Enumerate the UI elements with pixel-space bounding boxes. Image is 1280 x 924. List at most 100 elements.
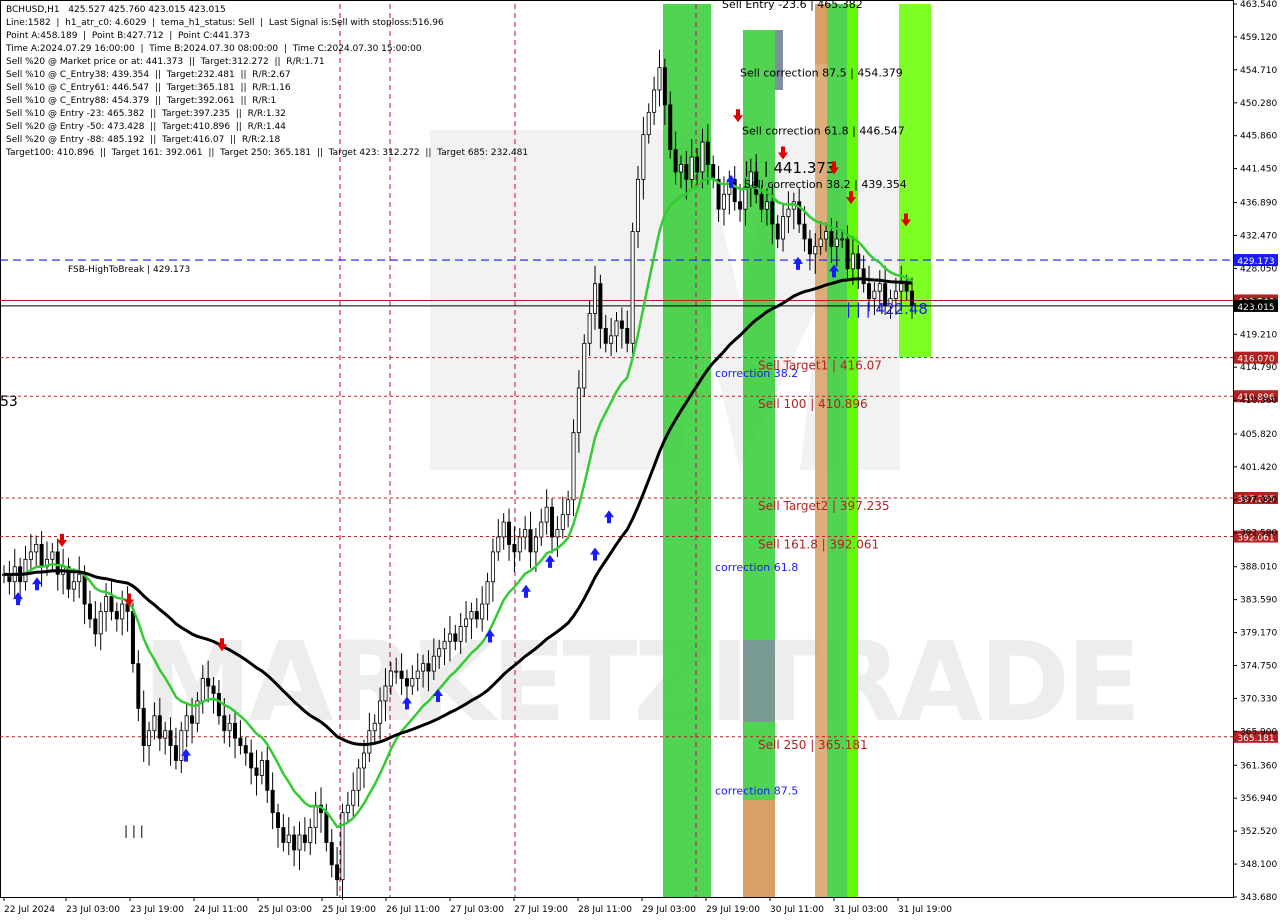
candle-body	[388, 670, 393, 687]
candle-body	[372, 722, 377, 732]
candle-body	[233, 722, 238, 739]
candle-body	[775, 223, 780, 240]
watermark-text: MARKETZITRADE	[143, 618, 1138, 746]
price-tick-label: 392.580	[1240, 529, 1277, 539]
info-line: Target100: 410.896 || Target 161: 392.06…	[6, 148, 529, 158]
candle-body	[813, 246, 818, 255]
candle-body	[684, 164, 689, 180]
candle-body	[200, 678, 205, 702]
candle-body	[399, 670, 404, 679]
candle-body	[340, 812, 345, 881]
candle-body	[249, 752, 254, 769]
annotation-label: correction 38.2	[715, 367, 798, 380]
candle-body	[410, 678, 415, 687]
candle-body	[850, 253, 855, 270]
time-tick-label: 25 Jul 19:00	[322, 905, 376, 915]
price-tick-label: 388.010	[1240, 563, 1277, 573]
candle-body	[335, 864, 340, 881]
candle-body	[904, 283, 909, 292]
price-tick-label: 361.360	[1240, 761, 1277, 771]
candle-body	[845, 238, 850, 270]
candle-body	[464, 618, 469, 627]
candle-body	[276, 812, 281, 828]
candle-body	[861, 268, 866, 285]
price-tick-label: 414.790	[1240, 363, 1277, 373]
candle-body	[507, 521, 512, 545]
candle-body	[689, 156, 694, 180]
time-tick-label: 25 Jul 03:00	[258, 905, 312, 915]
candle-body	[98, 611, 103, 635]
candle-body	[259, 760, 264, 776]
candle-body	[652, 89, 657, 113]
candle-body	[211, 685, 216, 694]
time-tick-label: 24 Jul 11:00	[194, 905, 248, 915]
candle-body	[447, 633, 452, 642]
annotation-label: | | | 441.373	[744, 159, 836, 177]
candle-body	[603, 327, 608, 344]
price-tick-label: 374.750	[1240, 662, 1277, 672]
candle-body	[152, 715, 157, 732]
candle-body	[872, 290, 877, 299]
price-tick-label: 450.280	[1240, 99, 1277, 109]
signal-zone	[663, 4, 695, 897]
candle-body	[93, 618, 98, 635]
candle-body	[764, 201, 769, 210]
candle-body	[302, 834, 307, 843]
candle-body	[469, 611, 474, 620]
price-tick-label: 432.470	[1240, 231, 1277, 241]
time-tick-label: 23 Jul 19:00	[130, 905, 184, 915]
candle-body	[147, 730, 152, 747]
price-tick-label: 397.000	[1240, 496, 1277, 506]
candle-body	[856, 253, 861, 270]
candle-body	[141, 707, 146, 747]
signal-zone	[815, 4, 827, 897]
candle-body	[609, 335, 614, 344]
candle-body	[415, 670, 420, 679]
candle-body	[453, 633, 458, 642]
price-tick-label: 379.170	[1240, 629, 1277, 639]
candle-body	[700, 141, 705, 173]
price-tick-label: 365.900	[1240, 727, 1277, 737]
price-tick-label: 383.590	[1240, 596, 1277, 606]
time-tick-label: 28 Jul 11:00	[578, 905, 632, 915]
price-tick-label: 401.420	[1240, 463, 1277, 473]
candle-body	[598, 283, 603, 329]
price-tick-label: 410.360	[1240, 396, 1277, 406]
price-tick-label: 423.630	[1240, 297, 1277, 307]
candle-body	[168, 730, 173, 747]
candle-body	[673, 149, 678, 173]
candle-body	[28, 551, 33, 560]
buy-arrow-icon	[545, 554, 555, 568]
candle-body	[517, 536, 522, 553]
candle-body	[71, 581, 76, 590]
candle-body	[222, 715, 227, 732]
sell-arrow-icon	[733, 109, 743, 123]
price-tick-label: 348.100	[1240, 860, 1277, 870]
candle-body	[179, 730, 184, 761]
candle-body	[711, 164, 716, 180]
candle-body	[523, 529, 528, 538]
candle-body	[34, 544, 39, 553]
sell-arrow-icon	[57, 533, 67, 547]
candle-body	[356, 767, 361, 791]
candle-body	[668, 104, 673, 150]
candle-body	[308, 827, 313, 843]
time-tick-label: 27 Jul 03:00	[450, 905, 504, 915]
candle-body	[818, 238, 823, 247]
candle-body	[834, 238, 839, 247]
candle-body	[114, 611, 119, 620]
time-tick-label: 31 Jul 03:00	[834, 905, 888, 915]
candle-body	[721, 193, 726, 210]
buy-arrow-icon	[521, 584, 531, 598]
candle-body	[571, 432, 576, 501]
candle-body	[824, 231, 829, 240]
annotation-label: correction 87.5	[715, 784, 798, 797]
time-tick-label: 30 Jul 11:00	[770, 905, 824, 915]
info-panel: BCHUSD,H1 425.527 425.760 423.015 423.01…	[6, 4, 528, 160]
candle-body	[593, 283, 598, 314]
candle-body	[270, 789, 275, 814]
time-tick-label: 29 Jul 19:00	[706, 905, 760, 915]
chart-canvas[interactable]: MARKETZITRADE FSB-HighToBreak | 429.173 Se…	[0, 0, 1280, 920]
candle-body	[104, 596, 109, 612]
annotation-label: correction 61.8	[715, 561, 798, 574]
